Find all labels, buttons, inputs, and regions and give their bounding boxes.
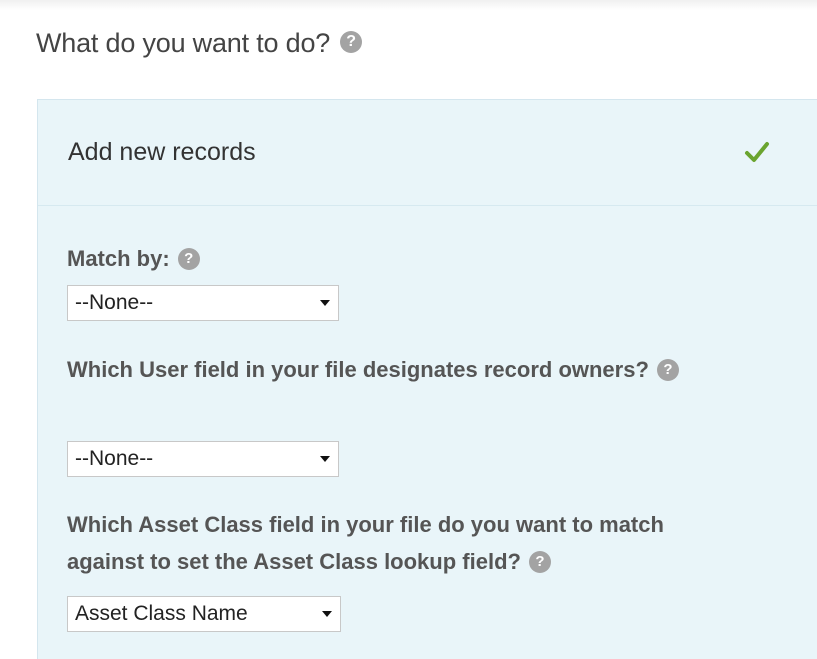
owner-field-text: Which User field in your file designates… bbox=[67, 357, 649, 382]
asset-class-field-text: Which Asset Class field in your file do … bbox=[67, 512, 664, 574]
chevron-down-icon bbox=[320, 456, 330, 462]
match-by-select[interactable]: --None-- bbox=[67, 285, 339, 321]
import-options-panel: Add new records Match by:? --None-- Whic… bbox=[37, 99, 817, 659]
selected-option-row[interactable]: Add new records bbox=[38, 100, 817, 206]
question-header: What do you want to do? ? bbox=[36, 28, 363, 59]
asset-class-field-label: Which Asset Class field in your file do … bbox=[67, 506, 747, 580]
help-icon[interactable]: ? bbox=[340, 30, 363, 53]
top-divider bbox=[0, 0, 817, 10]
owner-field-help-icon[interactable]: ? bbox=[656, 358, 679, 381]
match-by-text: Match by: bbox=[67, 246, 170, 271]
chevron-down-icon bbox=[322, 611, 332, 617]
checkmark-icon bbox=[745, 142, 769, 162]
selected-option-label: Add new records bbox=[68, 138, 256, 166]
owner-field-label: Which User field in your file designates… bbox=[67, 351, 687, 388]
asset-class-value: Asset Class Name bbox=[75, 602, 248, 625]
match-by-help-icon[interactable]: ? bbox=[177, 247, 200, 270]
owner-field-select[interactable]: --None-- bbox=[67, 441, 339, 477]
match-by-label: Match by:? bbox=[67, 240, 767, 277]
asset-class-help-icon[interactable]: ? bbox=[528, 550, 551, 573]
match-by-value: --None-- bbox=[75, 291, 154, 314]
asset-class-select[interactable]: Asset Class Name bbox=[67, 596, 341, 632]
owner-field-value: --None-- bbox=[75, 447, 154, 470]
chevron-down-icon bbox=[320, 300, 330, 306]
page-title: What do you want to do? bbox=[36, 28, 331, 58]
